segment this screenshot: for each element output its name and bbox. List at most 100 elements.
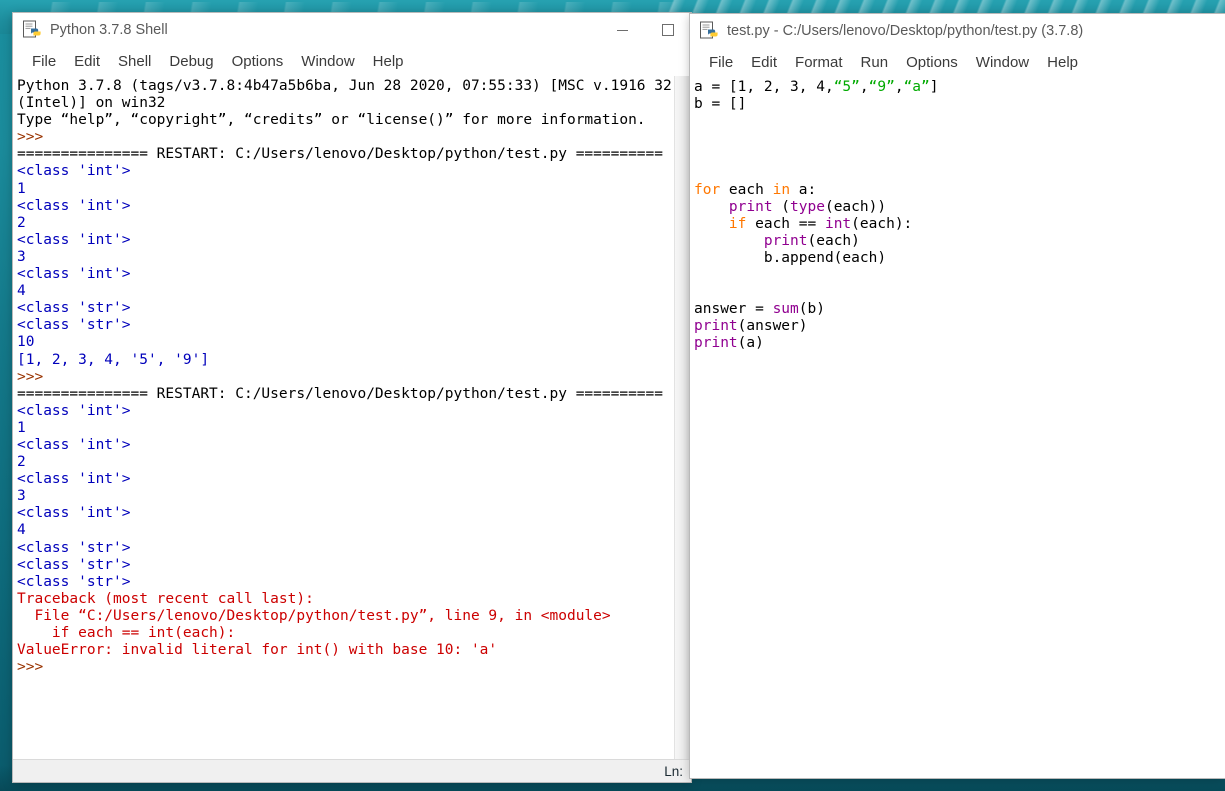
editor-text-content[interactable]: a = [1, 2, 3, 4,“5”,“9”,“a”] b = [] for e…: [690, 77, 1225, 778]
shell-vertical-scrollbar[interactable]: [674, 76, 691, 759]
editor-menu-options[interactable]: Options: [897, 52, 967, 73]
editor-token: print: [694, 318, 738, 335]
editor-line: for each in a:: [694, 182, 1225, 199]
editor-token: [694, 199, 729, 215]
python-editor-window[interactable]: test.py - C:/Users/lenovo/Desktop/python…: [690, 14, 1225, 778]
editor-token: each ==: [746, 215, 825, 232]
shell-minimize-button[interactable]: [599, 13, 645, 47]
shell-token: =============== RESTART: C:/Users/lenovo…: [17, 385, 664, 402]
shell-menubar[interactable]: File Edit Shell Debug Options Window Help: [13, 47, 691, 76]
shell-line: =============== RESTART: C:/Users/lenovo…: [17, 146, 691, 163]
editor-menubar[interactable]: File Edit Format Run Options Window Help: [690, 48, 1225, 77]
editor-title-text: test.py - C:/Users/lenovo/Desktop/python…: [727, 23, 1084, 39]
shell-text-content[interactable]: Python 3.7.8 (tags/v3.7.8:4b47a5b6ba, Ju…: [13, 76, 691, 759]
editor-token: (each):: [851, 215, 913, 232]
editor-token: sum: [772, 301, 799, 318]
editor-token: (b): [798, 301, 825, 318]
shell-line: >>>: [17, 659, 691, 676]
shell-token: <class 'str'>: [17, 556, 131, 573]
editor-titlebar[interactable]: test.py - C:/Users/lenovo/Desktop/python…: [690, 14, 1225, 48]
shell-line: Type “help”, “copyright”, “credits” or “…: [17, 112, 691, 129]
python-idle-icon: [700, 21, 718, 39]
shell-line: <class 'str'>: [17, 317, 691, 334]
shell-menu-edit[interactable]: Edit: [65, 51, 109, 72]
shell-maximize-button[interactable]: [645, 13, 691, 47]
editor-menu-help[interactable]: Help: [1038, 52, 1087, 73]
shell-line: <class 'int'>: [17, 505, 691, 522]
shell-token: Python 3.7.8 (tags/v3.7.8:4b47a5b6ba, Ju…: [17, 78, 672, 94]
shell-output-area[interactable]: Python 3.7.8 (tags/v3.7.8:4b47a5b6ba, Ju…: [13, 76, 691, 759]
shell-token: 2: [17, 454, 26, 471]
python-shell-window[interactable]: Python 3.7.8 Shell File Edit Shell Debug Opt…: [13, 13, 691, 782]
shell-line: <class 'int'>: [17, 403, 691, 420]
shell-line: (Intel)] on win32: [17, 95, 691, 112]
shell-token: >>>: [17, 659, 44, 676]
editor-menu-window[interactable]: Window: [967, 52, 1038, 73]
editor-token: in: [772, 181, 791, 198]
shell-token: 1: [17, 180, 26, 197]
shell-line: 2: [17, 215, 691, 232]
shell-line: <class 'str'>: [17, 540, 691, 557]
shell-token: <class 'int'>: [17, 266, 131, 283]
shell-token: Traceback (most recent call last):: [17, 590, 314, 607]
shell-token: (Intel)] on win32: [17, 95, 166, 112]
shell-menu-file[interactable]: File: [23, 51, 65, 72]
shell-line: 3: [17, 488, 691, 505]
shell-token: Type “help”, “copyright”, “credits” or “…: [17, 112, 646, 129]
editor-menu-format[interactable]: Format: [786, 52, 852, 73]
editor-line: print(each): [694, 233, 1225, 250]
shell-token: 4: [17, 283, 26, 300]
shell-window-controls[interactable]: [599, 13, 691, 47]
editor-token: (each): [807, 232, 860, 249]
shell-token: 10: [17, 334, 35, 351]
shell-line: >>>: [17, 369, 691, 386]
editor-token: print: [728, 198, 773, 215]
editor-token: [694, 216, 729, 232]
editor-line: a = [1, 2, 3, 4,“5”,“9”,“a”]: [694, 79, 1225, 96]
shell-menu-options[interactable]: Options: [223, 51, 293, 72]
editor-menu-file[interactable]: File: [700, 52, 742, 73]
shell-token: >>>: [17, 129, 44, 146]
shell-menu-debug[interactable]: Debug: [160, 51, 222, 72]
editor-menu-run[interactable]: Run: [852, 52, 898, 73]
shell-line: if each == int(each):: [17, 625, 691, 642]
shell-line: Python 3.7.8 (tags/v3.7.8:4b47a5b6ba, Ju…: [17, 78, 691, 95]
editor-token: print: [694, 335, 738, 352]
shell-token: <class 'int'>: [17, 231, 131, 248]
shell-token: 2: [17, 214, 26, 231]
editor-line: print (type(each)): [694, 199, 1225, 216]
editor-code-area[interactable]: a = [1, 2, 3, 4,“5”,“9”,“a”] b = [] for e…: [690, 77, 1225, 778]
editor-token: for: [694, 181, 721, 198]
shell-token: =============== RESTART: C:/Users/lenovo…: [17, 146, 664, 163]
shell-line: 1: [17, 181, 691, 198]
shell-token: <class 'int'>: [17, 402, 131, 419]
shell-token: [1, 2, 3, 4, '5', '9']: [17, 351, 210, 368]
shell-token: 3: [17, 248, 26, 265]
editor-token: “a”: [903, 79, 930, 95]
shell-line: Traceback (most recent call last):: [17, 591, 691, 608]
shell-menu-shell[interactable]: Shell: [109, 51, 160, 72]
editor-menu-edit[interactable]: Edit: [742, 52, 786, 73]
shell-line: 1: [17, 420, 691, 437]
editor-token: a:: [790, 181, 817, 198]
shell-token: <class 'str'>: [17, 573, 131, 590]
shell-menu-help[interactable]: Help: [364, 51, 413, 72]
shell-token: ValueError: invalid literal for int() wi…: [17, 642, 498, 659]
shell-token: <class 'str'>: [17, 300, 131, 317]
shell-titlebar[interactable]: Python 3.7.8 Shell: [13, 13, 691, 47]
shell-token: File “C:/Users/lenovo/Desktop/python/tes…: [17, 607, 611, 624]
shell-line: <class 'int'>: [17, 198, 691, 215]
shell-token: >>>: [17, 368, 44, 385]
python-idle-icon: [23, 20, 41, 38]
shell-line: <class 'str'>: [17, 300, 691, 317]
editor-token: each: [720, 181, 773, 198]
editor-line: if each == int(each):: [694, 216, 1225, 233]
shell-menu-window[interactable]: Window: [292, 51, 363, 72]
shell-token: 3: [17, 488, 26, 505]
editor-token: print: [763, 232, 808, 249]
editor-token: ]: [929, 79, 939, 95]
